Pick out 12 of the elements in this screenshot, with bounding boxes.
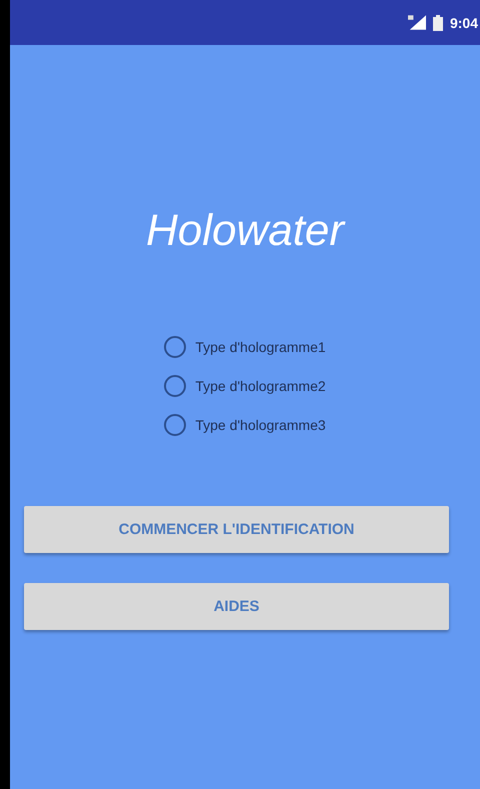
- battery-icon: [432, 14, 443, 30]
- radio-label: Type d'hologramme3: [195, 417, 326, 433]
- signal-icon: [408, 15, 426, 30]
- radio-button[interactable]: [164, 336, 186, 358]
- radio-button[interactable]: [164, 375, 186, 397]
- radio-button[interactable]: [164, 414, 186, 436]
- radio-label: Type d'hologramme2: [195, 378, 326, 394]
- radio-label: Type d'hologramme1: [195, 339, 326, 355]
- action-button[interactable]: AIDES: [24, 583, 449, 630]
- status-time: 9:04: [450, 14, 478, 30]
- action-button[interactable]: COMMENCER L'IDENTIFICATION: [24, 506, 449, 553]
- app-title: Holowater: [146, 205, 344, 257]
